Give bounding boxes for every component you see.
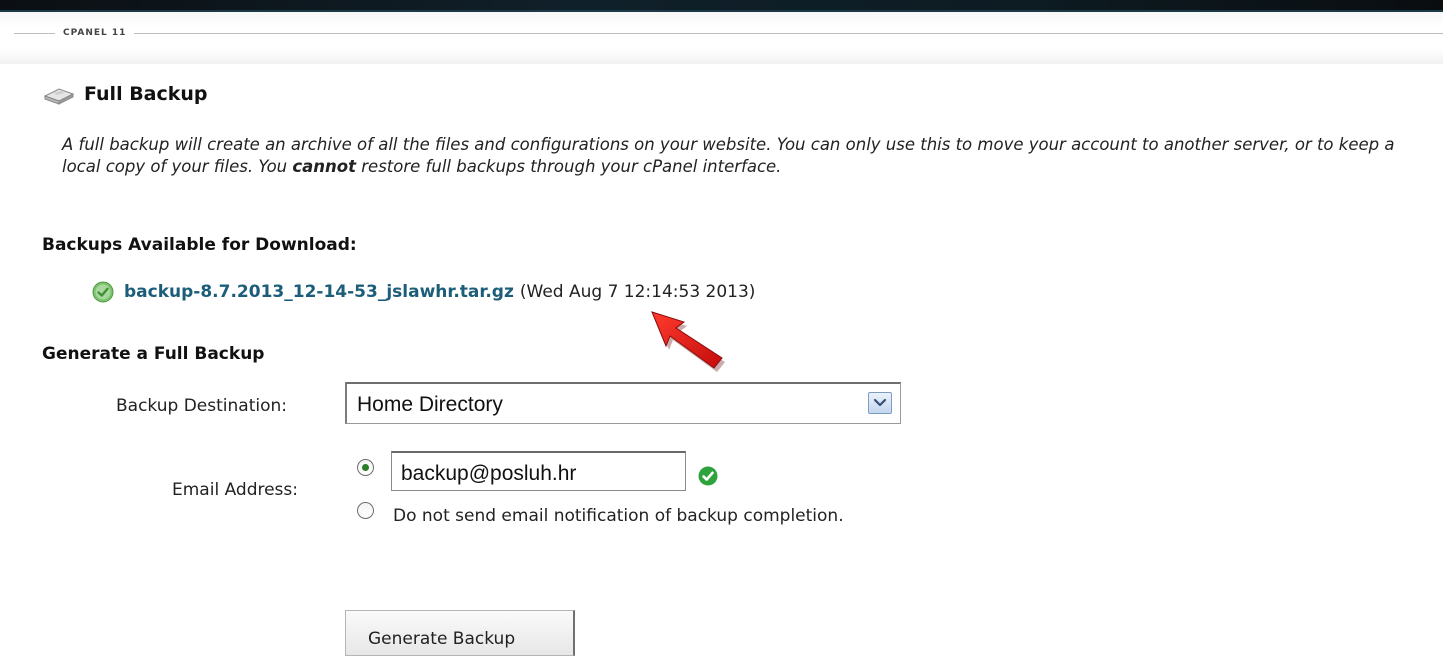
hard-drive-icon bbox=[42, 82, 76, 106]
chevron-down-icon[interactable] bbox=[868, 392, 892, 414]
red-arrow-annotation bbox=[651, 311, 725, 372]
brand-band: CPANEL 11 bbox=[0, 12, 1443, 64]
backup-destination-label: Backup Destination: bbox=[116, 396, 287, 416]
green-check-circle-icon bbox=[698, 466, 718, 486]
backup-destination-value: Home Directory bbox=[357, 393, 503, 416]
page-title: Full Backup bbox=[42, 82, 208, 106]
green-check-circle-icon bbox=[92, 281, 114, 303]
page-title-text: Full Backup bbox=[84, 83, 208, 105]
description-text-end: restore full backups through your cPanel… bbox=[356, 157, 782, 176]
brand-label: CPANEL 11 bbox=[55, 27, 135, 39]
generate-backup-button[interactable]: Generate Backup bbox=[345, 610, 575, 656]
top-header-strip bbox=[0, 0, 1443, 12]
no-email-label: Do not send email notification of backup… bbox=[393, 506, 844, 526]
generate-backup-heading: Generate a Full Backup bbox=[42, 344, 265, 364]
brand-divider bbox=[14, 33, 1443, 34]
backups-available-heading: Backups Available for Download: bbox=[42, 235, 357, 255]
email-field[interactable] bbox=[391, 451, 686, 491]
backup-date: (Wed Aug 7 12:14:53 2013) bbox=[519, 282, 756, 302]
no-email-radio[interactable] bbox=[357, 502, 374, 519]
email-radio[interactable] bbox=[357, 459, 374, 476]
email-address-label: Email Address: bbox=[172, 480, 298, 500]
backup-download-link[interactable]: backup-8.7.2013_12-14-53_jslawhr.tar.gz bbox=[124, 282, 514, 302]
list-item: backup-8.7.2013_12-14-53_jslawhr.tar.gz … bbox=[92, 281, 755, 303]
page-description: A full backup will create an archive of … bbox=[62, 134, 1402, 178]
backup-destination-select[interactable]: Home Directory bbox=[345, 382, 901, 424]
description-emphasis: cannot bbox=[292, 157, 357, 176]
